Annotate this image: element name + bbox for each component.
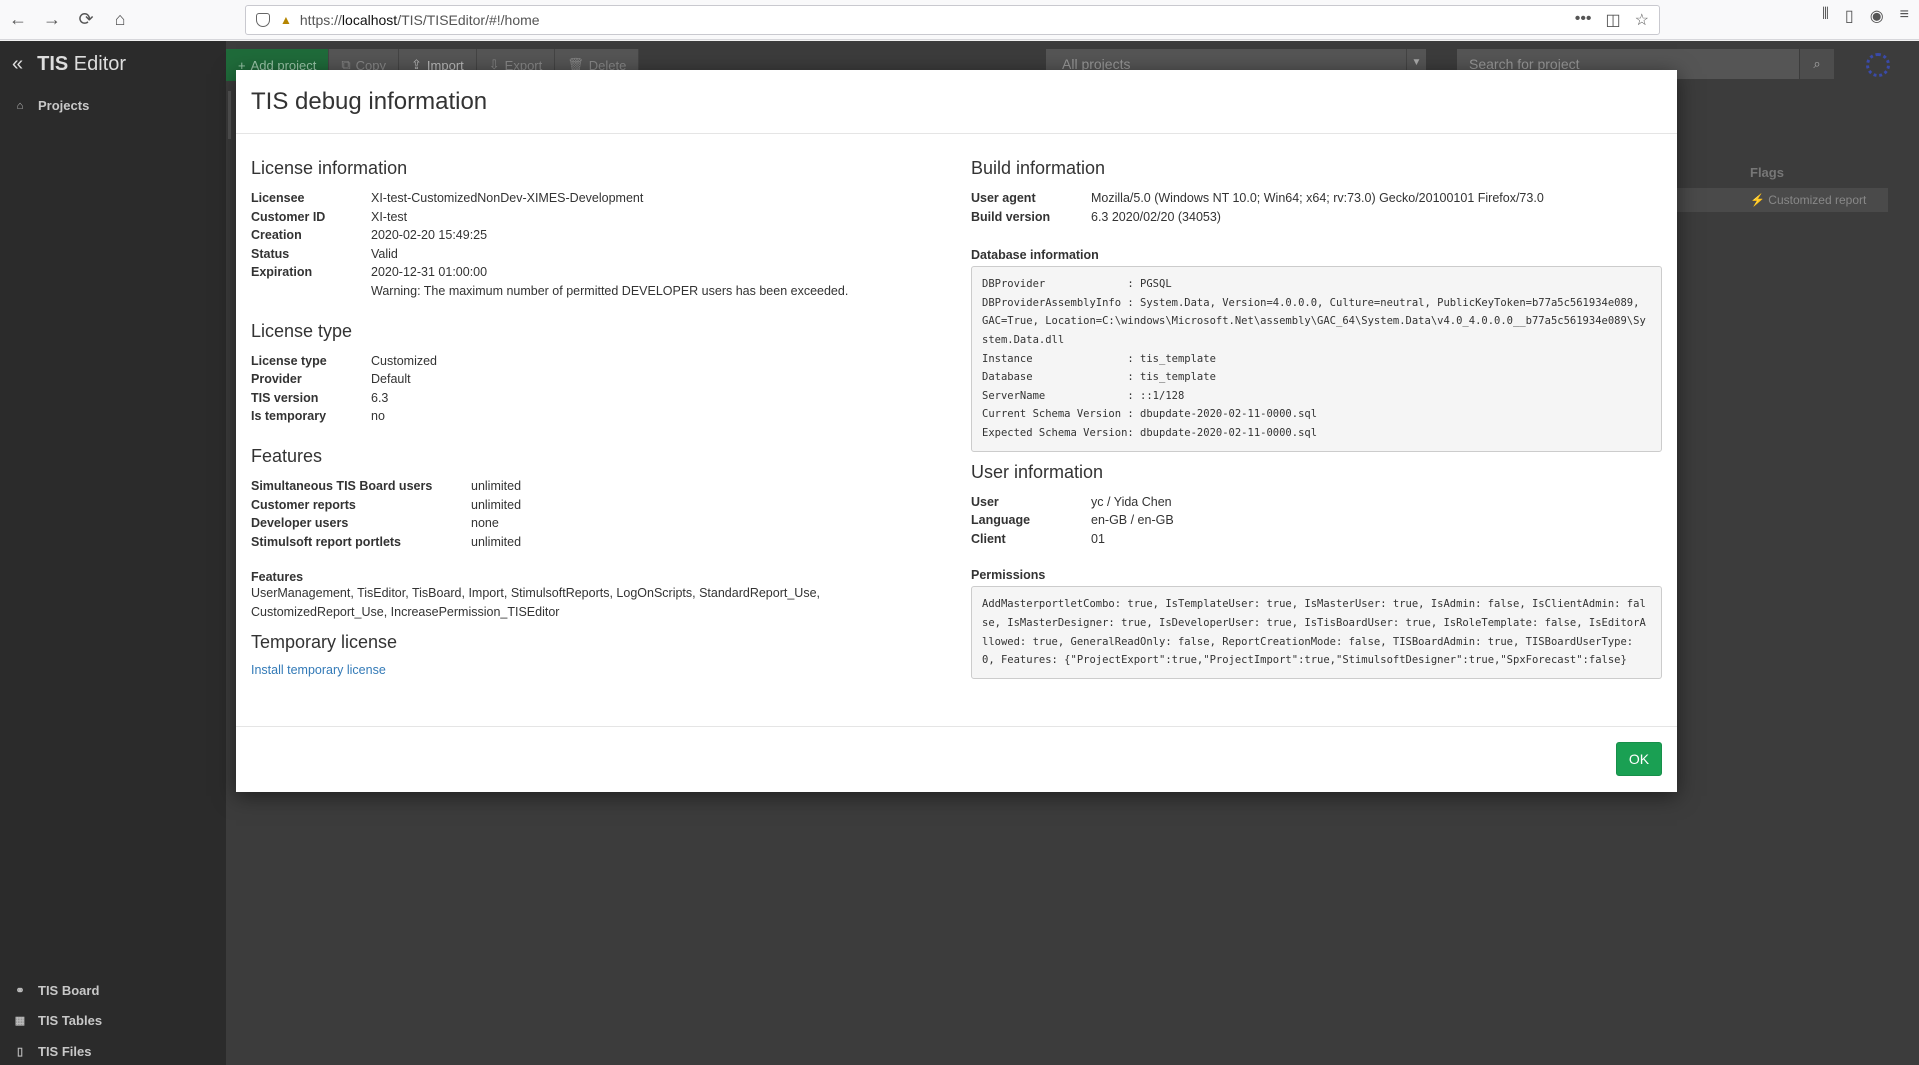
permissions-box: AddMasterportletCombo: true, IsTemplateU… — [971, 586, 1662, 679]
collapse-icon[interactable]: « — [12, 53, 23, 76]
table-row[interactable]: ⚡ Customized report — [1670, 188, 1888, 212]
modal-body: License information Licensee XI-test-Cust… — [251, 134, 1662, 724]
app-title: TIS Editor — [37, 53, 127, 75]
modal-title: TIS debug information — [251, 88, 488, 115]
license-type-list: License type Customized Provider Default T… — [251, 353, 437, 424]
library-icon[interactable]: ⫴ — [1822, 6, 1829, 26]
db-info-box: DBProvider : PGSQL DBProviderAssemblyInf… — [971, 266, 1662, 452]
home-icon[interactable]: ⌂ — [104, 4, 136, 36]
license-warning: Warning: The maximum number of permitted… — [371, 283, 849, 298]
ok-button[interactable]: OK — [1616, 742, 1662, 776]
bolt-icon: ⚡ — [1750, 193, 1765, 207]
lock-warning-icon[interactable]: ▲ — [280, 13, 292, 27]
url-bar[interactable]: ▲ https://localhost/TIS/TISEditor/#!/hom… — [245, 5, 1660, 35]
panel-edge — [228, 91, 234, 139]
user-info-list: User yc / Yida Chen Language en-GB / en-GB… — [971, 494, 1174, 546]
link-icon: ⚭ — [15, 985, 25, 997]
bookmark-star-icon[interactable]: ☆ — [1635, 10, 1649, 30]
sidebar: « TIS Editor ⌂ Projects ⚭ TIS Board ▦ TI… — [0, 41, 226, 1065]
file-icon: ▯ — [16, 1046, 24, 1058]
build-info-title: Build information — [971, 158, 1106, 178]
sidebar-item-tis-files[interactable]: ▯ TIS Files — [14, 1044, 92, 1059]
features-title: Features — [251, 445, 323, 466]
page-actions-icon[interactable]: ••• — [1575, 10, 1592, 30]
reload-icon[interactable]: ⟳ — [70, 4, 102, 36]
build-info-list: User agent Mozilla/5.0 (Windows NT 10.0; … — [971, 191, 1544, 224]
modal-footer: OK — [236, 726, 1677, 792]
right-column: Build information User agent Mozilla/5.0 … — [971, 134, 1662, 679]
flags-column-header: Flags — [1750, 165, 1784, 180]
url-text: https://localhost/TIS/TISEditor/#!/home — [299, 12, 540, 28]
menu-icon[interactable]: ≡ — [1900, 6, 1909, 26]
license-info-title: License information — [251, 158, 408, 178]
db-info-title: Database information — [971, 248, 1099, 263]
search-icon[interactable]: ⌕ — [1800, 49, 1834, 79]
sidebar-item-projects[interactable]: ⌂ Projects — [14, 98, 90, 113]
pocket-icon[interactable]: ◫ — [1606, 10, 1621, 30]
features-list: Simultaneous TIS Board users unlimited Cu… — [251, 478, 522, 549]
sidebar-item-tis-tables[interactable]: ▦ TIS Tables — [14, 1013, 102, 1028]
left-column: License information Licensee XI-test-Cust… — [251, 134, 951, 677]
sidebar-toggle-icon[interactable]: ▯ — [1845, 6, 1854, 26]
temp-license-title: Temporary license — [251, 631, 398, 652]
user-info-title: User information — [971, 461, 1104, 482]
permissions-title: Permissions — [971, 568, 1046, 583]
back-icon[interactable]: ← — [2, 4, 34, 36]
home-icon: ⌂ — [16, 99, 24, 112]
license-type-title: License type — [251, 320, 353, 341]
browser-toolbar: ← → ⟳ ⌂ ▲ https://localhost/TIS/TISEdito… — [0, 0, 1919, 40]
sidebar-item-tis-board[interactable]: ⚭ TIS Board — [14, 983, 99, 998]
install-temp-license-link[interactable]: Install temporary license — [251, 663, 951, 677]
forward-icon[interactable]: → — [36, 4, 68, 36]
account-icon[interactable]: ◉ — [1870, 6, 1884, 26]
table-icon: ▦ — [14, 1015, 26, 1027]
features-list-text: UserManagement, TisEditor, TisBoard, Imp… — [251, 586, 821, 619]
modal-header: TIS debug information — [236, 70, 1677, 134]
features-list-label: Features — [251, 570, 304, 585]
brand: « TIS Editor — [12, 53, 126, 76]
debug-info-modal: TIS debug information License informatio… — [236, 70, 1677, 792]
license-info-list: Licensee XI-test-CustomizedNonDev-XIMES-D… — [251, 189, 951, 301]
shield-icon[interactable] — [256, 13, 270, 27]
company-logo-icon[interactable] — [1866, 53, 1890, 77]
